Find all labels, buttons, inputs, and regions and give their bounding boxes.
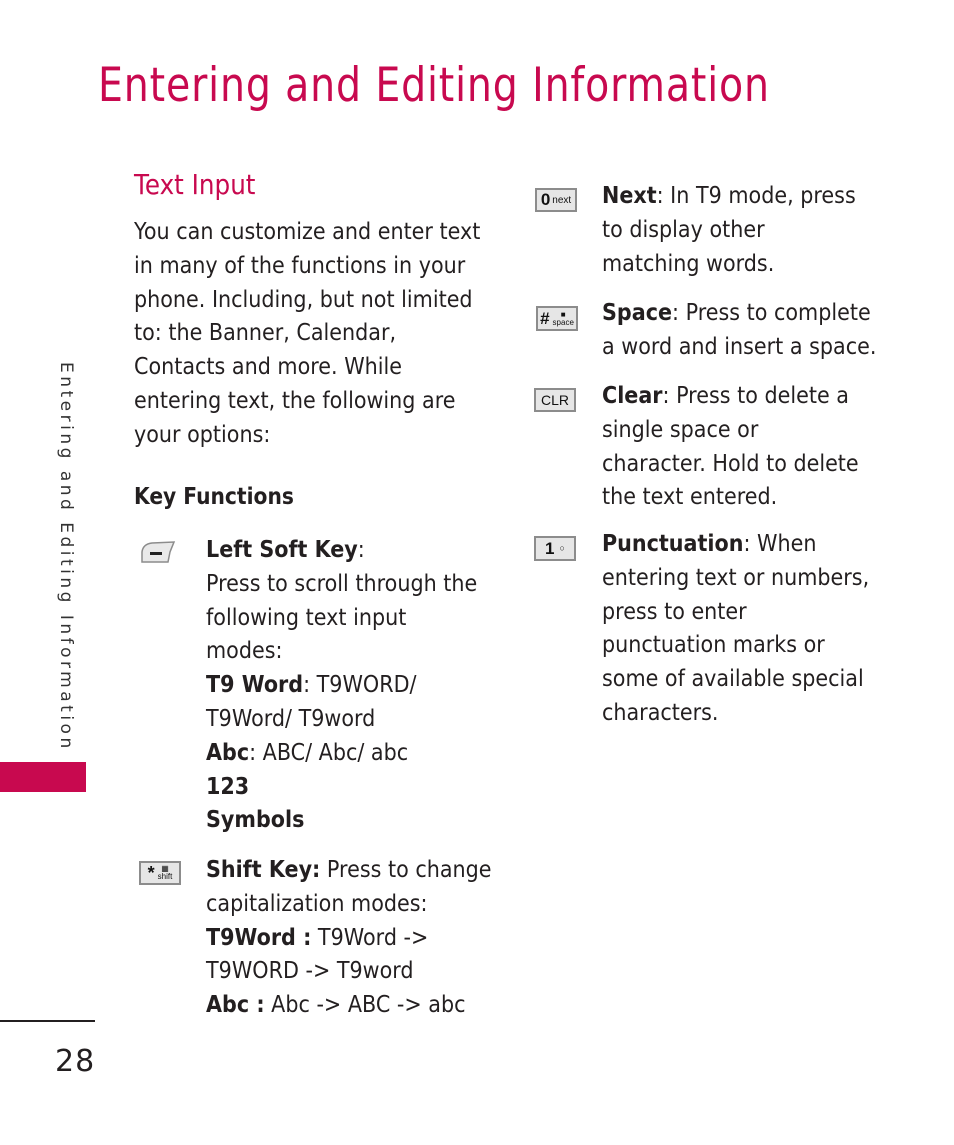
punctuation-key-description: Punctuation: When entering text or numbe… [602, 531, 870, 726]
section-title: Text Input [134, 168, 256, 201]
side-tab-label: Entering and Editing Information [56, 362, 76, 752]
key-name: Clear [602, 383, 663, 409]
page-number: 28 [55, 1044, 96, 1079]
left-soft-key-icon [140, 540, 176, 564]
punctuation-key-icon: 1 ○ [534, 536, 576, 561]
key-name: Space [602, 300, 673, 326]
side-tab-marker [0, 762, 86, 792]
clear-key-description: Clear: Press to delete a single space or… [602, 383, 859, 511]
shift-key-description: Shift Key: Press to change capitalizatio… [206, 857, 492, 1019]
voicemail-icon: ○ [559, 543, 565, 553]
intro-line: You can customize and enter text [134, 219, 481, 245]
intro-line: in many of the functions in your [134, 252, 466, 279]
key-name: Shift Key: [206, 857, 321, 883]
next-key-description: Next: In T9 mode, press to display other… [602, 183, 856, 277]
page-title: Entering and Editing Information [98, 58, 770, 113]
space-key-description: Space: Press to complete a word and inse… [602, 300, 877, 360]
key-name: Next [602, 183, 657, 209]
shift-key-icon: * ▦ shift [139, 861, 181, 885]
intro-line: to: the Banner, Calendar, [134, 320, 397, 347]
next-key-icon: 0 next [535, 188, 577, 212]
intro-paragraph: You can customize and enter text in many… [134, 216, 481, 453]
key-functions-heading: Key Functions [134, 484, 294, 510]
footer-divider [0, 1020, 95, 1022]
clear-key-icon: CLR [534, 388, 576, 412]
intro-line: Contacts and more. While [134, 354, 403, 381]
left-soft-key-description: Left Soft Key: Press to scroll through t… [206, 537, 478, 834]
intro-line: phone. Including, but not limited [134, 286, 473, 313]
intro-line: entering text, the following are [134, 387, 456, 414]
key-name: Left Soft Key [206, 537, 358, 563]
key-name: Punctuation [602, 531, 744, 557]
space-key-icon: # ■ space [536, 306, 578, 331]
intro-line: your options: [134, 421, 271, 448]
